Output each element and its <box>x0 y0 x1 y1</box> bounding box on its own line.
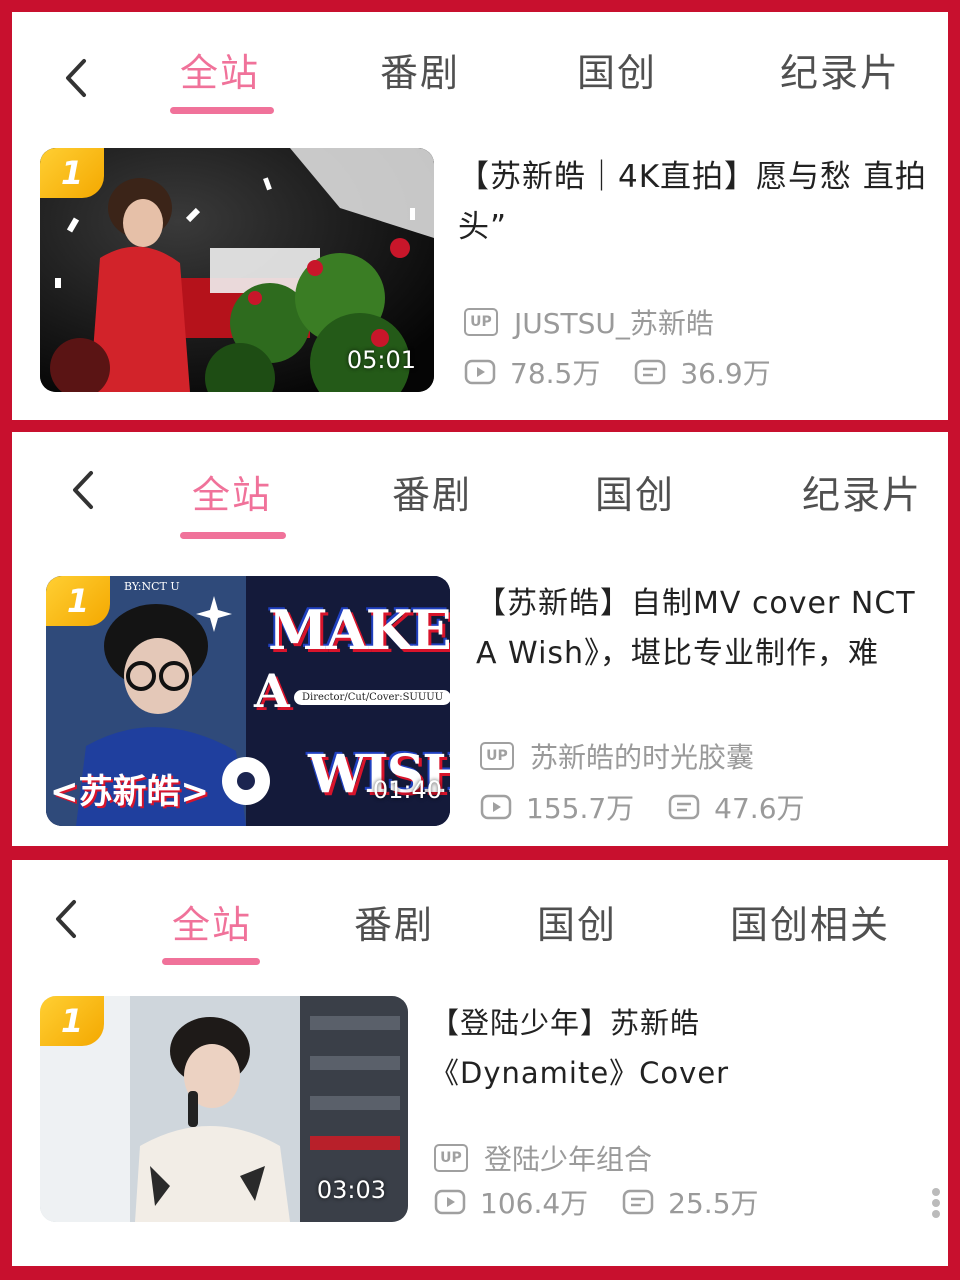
danmaku-count: 47.6万 <box>714 792 805 825</box>
more-options-icon[interactable] <box>932 1185 942 1221</box>
uploader-name[interactable]: 登陆少年组合 <box>484 1138 652 1178</box>
danmaku-count: 25.5万 <box>668 1187 759 1220</box>
tab-anime[interactable]: 番剧 <box>380 42 460 97</box>
search-result-panel-1: 全站 番剧 国创 纪录片 1 05:01 【苏新皓｜4K直拍】愿与愁 直拍头” … <box>12 12 948 420</box>
video-thumbnail[interactable]: BY:NCT U MAKE A Director/Cut/Cover:SUUUU… <box>46 576 450 826</box>
view-count: 155.7万 <box>526 792 635 825</box>
stats-row: 106.4万 25.5万 <box>434 1182 759 1222</box>
play-icon <box>464 359 496 385</box>
rank-badge: 1 <box>40 996 104 1046</box>
search-result-panel-2: 全站 番剧 国创 纪录片 BY:NCT U MAKE A Director/Cu… <box>12 432 948 846</box>
danmaku-count: 36.9万 <box>680 357 771 390</box>
back-button[interactable] <box>50 52 102 104</box>
back-button[interactable] <box>57 464 109 516</box>
video-title[interactable]: 【登陆少年】苏新皓《Dynamite》Cover <box>430 998 890 1098</box>
video-duration: 03:03 <box>316 1176 386 1204</box>
tab-documentary[interactable]: 纪录片 <box>802 464 922 519</box>
tab-bar: 全站 番剧 国创 纪录片 <box>12 432 948 550</box>
chevron-left-icon <box>73 471 93 509</box>
search-result-panel-3: 全站 番剧 国创 国创相关 1 03:03 【登陆少年】苏新皓《Dynamite… <box>12 860 948 1266</box>
stats-row: 78.5万 36.9万 <box>464 352 771 392</box>
rank-badge: 1 <box>40 148 104 198</box>
thumbnail-make: MAKE <box>268 598 450 662</box>
active-tab-indicator <box>170 107 274 114</box>
chevron-left-icon <box>56 900 76 938</box>
video-duration: 01:40 <box>372 776 442 804</box>
tab-documentary[interactable]: 纪录片 <box>780 42 900 97</box>
up-icon: UP <box>480 742 514 770</box>
play-icon <box>480 794 512 820</box>
view-count: 78.5万 <box>510 357 601 390</box>
video-thumbnail[interactable]: 1 05:01 <box>40 148 434 392</box>
back-button[interactable] <box>40 893 92 945</box>
tab-all[interactable]: 全站 <box>180 42 260 97</box>
tab-guochuang-related[interactable]: 国创相关 <box>730 894 890 949</box>
danmaku-icon <box>635 359 666 385</box>
play-icon <box>434 1189 466 1215</box>
tab-all[interactable]: 全站 <box>192 464 272 519</box>
tab-bar: 全站 番剧 国创 纪录片 <box>12 12 948 130</box>
uploader-name[interactable]: 苏新皓的时光胶囊 <box>530 736 754 776</box>
danmaku-icon <box>622 1189 654 1215</box>
video-duration: 05:01 <box>346 346 416 374</box>
active-tab-indicator <box>180 532 286 539</box>
up-icon: UP <box>464 308 498 336</box>
thumbnail-credit: BY:NCT U <box>124 580 180 593</box>
thumbnail-a: A <box>254 664 290 718</box>
rank-badge: 1 <box>46 576 110 626</box>
video-title[interactable]: 【苏新皓】自制MV cover NCT A Wish》，堪比专业制作，难 <box>476 579 946 679</box>
tab-bar: 全站 番剧 国创 国创相关 <box>12 860 948 978</box>
danmaku-icon <box>668 794 700 820</box>
thumbnail-director: Director/Cut/Cover:SUUUU <box>294 690 450 705</box>
tab-all[interactable]: 全站 <box>172 894 252 949</box>
tab-anime[interactable]: 番剧 <box>392 464 472 519</box>
tab-guochuang[interactable]: 国创 <box>537 894 617 949</box>
video-title[interactable]: 【苏新皓｜4K直拍】愿与愁 直拍头” <box>458 152 938 252</box>
uploader-row[interactable]: UP 登陆少年组合 <box>434 1138 652 1178</box>
thumbnail-name: <苏新皓> <box>50 772 209 812</box>
tab-guochuang[interactable]: 国创 <box>595 464 675 519</box>
tab-guochuang[interactable]: 国创 <box>577 42 657 97</box>
view-count: 106.4万 <box>480 1187 589 1220</box>
stats-row: 155.7万 47.6万 <box>480 787 805 827</box>
up-icon: UP <box>434 1144 468 1172</box>
uploader-row[interactable]: UP JUSTSU_苏新皓 <box>464 302 714 342</box>
video-thumbnail[interactable]: 1 03:03 <box>40 996 408 1222</box>
uploader-name[interactable]: JUSTSU_苏新皓 <box>514 302 714 342</box>
active-tab-indicator <box>162 958 260 965</box>
chevron-left-icon <box>66 59 86 97</box>
tab-anime[interactable]: 番剧 <box>354 894 434 949</box>
uploader-row[interactable]: UP 苏新皓的时光胶囊 <box>480 736 754 776</box>
